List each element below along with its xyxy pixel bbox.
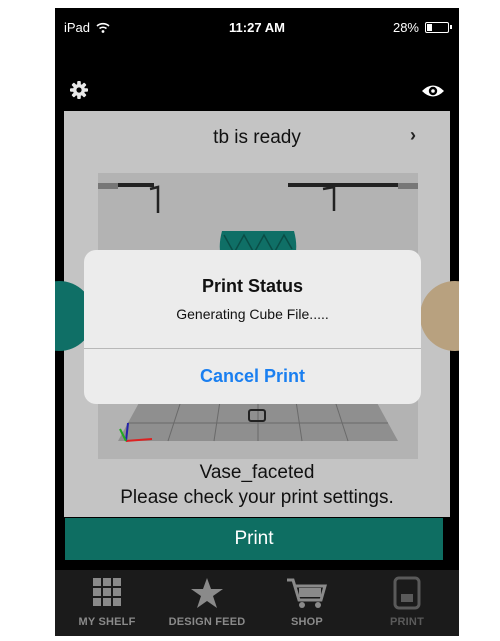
tab-my-shelf[interactable]: MY SHELF bbox=[57, 570, 157, 636]
printer-rail-end-right bbox=[398, 183, 418, 189]
eye-icon[interactable] bbox=[421, 82, 445, 100]
app-screen: iPad 11:27 AM 28% tb is ready › Vase_fac… bbox=[55, 8, 459, 636]
gear-icon[interactable] bbox=[69, 80, 89, 100]
tab-label: MY SHELF bbox=[78, 616, 136, 628]
alert-message: Generating Cube File..... bbox=[176, 306, 329, 322]
print-status-alert: Print Status Generating Cube File..... C… bbox=[84, 250, 421, 404]
cart-icon bbox=[287, 578, 327, 608]
tab-label: SHOP bbox=[291, 616, 323, 628]
tab-bar: MY SHELF DESIGN FEED SHOP PRINT bbox=[55, 570, 459, 636]
print-button[interactable]: Print bbox=[65, 518, 443, 560]
cancel-print-button[interactable]: Cancel Print bbox=[84, 348, 421, 404]
alert-title: Print Status bbox=[201, 276, 303, 296]
printer-rail-end bbox=[98, 183, 118, 189]
battery-level bbox=[427, 24, 432, 31]
tab-label: PRINT bbox=[390, 616, 424, 628]
printer-status[interactable]: tb is ready bbox=[64, 127, 450, 149]
print-head-left bbox=[149, 185, 160, 213]
printer-icon bbox=[393, 576, 421, 610]
battery-percent: 28% bbox=[392, 20, 419, 35]
status-bar: iPad 11:27 AM 28% bbox=[55, 8, 459, 42]
grid-icon bbox=[93, 578, 121, 606]
chevron-right-icon[interactable]: › bbox=[410, 125, 416, 146]
tab-print[interactable]: PRINT bbox=[357, 570, 457, 636]
tab-label: DESIGN FEED bbox=[168, 616, 246, 628]
tab-shop[interactable]: SHOP bbox=[257, 570, 357, 636]
star-icon bbox=[191, 578, 223, 608]
battery-icon bbox=[425, 22, 452, 33]
tab-design-feed[interactable]: DESIGN FEED bbox=[157, 570, 257, 636]
right-color-swatch[interactable] bbox=[420, 281, 459, 351]
settings-message: Please check your print settings. bbox=[120, 487, 394, 508]
model-name: Vase_faceted bbox=[199, 462, 315, 483]
print-head-right bbox=[322, 185, 336, 211]
